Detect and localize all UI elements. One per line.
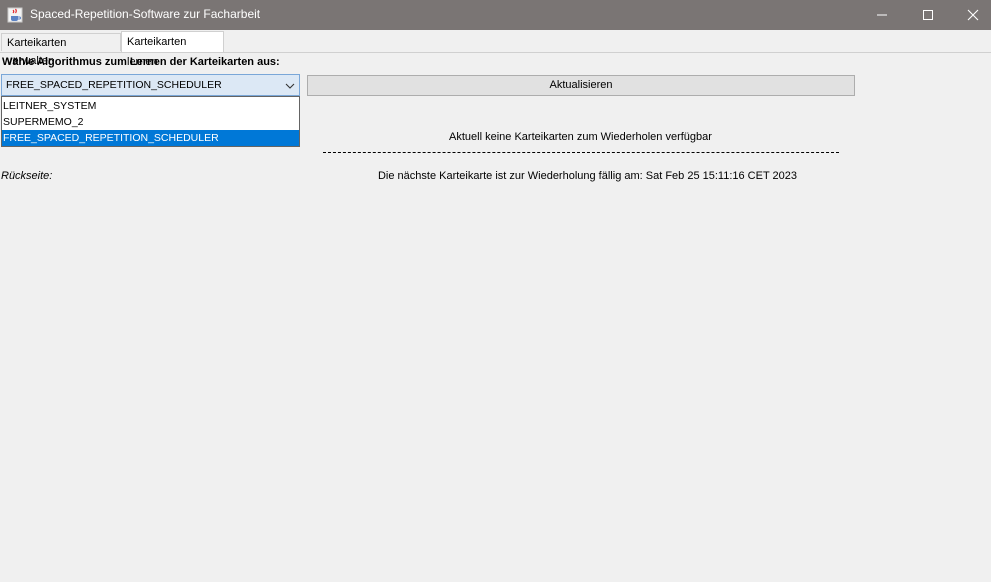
close-button[interactable] [950, 0, 991, 30]
tab-learn-cards[interactable]: Karteikarten lernen [121, 31, 224, 68]
option-supermemo-2[interactable]: SUPERMEMO_2 [2, 114, 299, 130]
algorithm-heading: Wähle Algorithmus zum Lernen der Karteik… [2, 56, 280, 68]
maximize-button[interactable] [905, 0, 951, 30]
minimize-icon [876, 9, 888, 21]
algorithm-select[interactable]: FREE_SPACED_REPETITION_SCHEDULER [1, 74, 300, 96]
next-due-date-text: Die nächste Karteikarte ist zur Wiederho… [377, 170, 798, 182]
tab-bar: Karteikarten verwalten Karteikarten lern… [0, 30, 991, 68]
window-title: Spaced-Repetition-Software zur Facharbei… [30, 7, 261, 21]
maximize-icon [922, 9, 934, 21]
option-leitner-system[interactable]: LEITNER_SYSTEM [2, 98, 299, 114]
algorithm-select-value: FREE_SPACED_REPETITION_SCHEDULER [6, 79, 222, 91]
tab-manage-cards[interactable]: Karteikarten verwalten [1, 33, 121, 67]
java-coffee-cup-icon[interactable] [7, 7, 23, 23]
chevron-down-icon[interactable] [285, 81, 295, 93]
separator-line [323, 152, 839, 153]
title-bar: Spaced-Repetition-Software zur Facharbei… [0, 0, 991, 30]
close-icon [967, 9, 979, 21]
no-cards-status: Aktuell keine Karteikarten zum Wiederhol… [449, 131, 712, 143]
minimize-button[interactable] [859, 0, 905, 30]
refresh-button[interactable]: Aktualisieren [307, 75, 855, 96]
